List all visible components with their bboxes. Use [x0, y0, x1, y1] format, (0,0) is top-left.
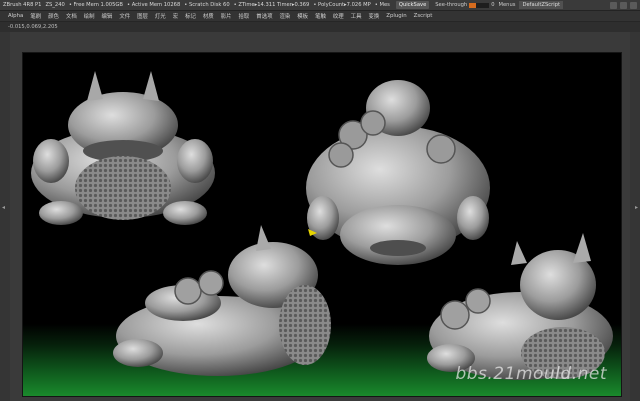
- menu-item[interactable]: 宏: [173, 12, 178, 20]
- polycount: • PolyCount▸7.026 MP: [313, 2, 371, 8]
- menu-item[interactable]: 纹理: [333, 12, 344, 20]
- menu-item[interactable]: 工具: [351, 12, 362, 20]
- scratch-disk: • Scratch Disk 60: [184, 2, 230, 8]
- ztime: • ZTime▸14.311 Timer▸0.369: [233, 2, 310, 8]
- default-zscript-button[interactable]: DefaultZScript: [519, 1, 564, 9]
- menu-item[interactable]: 笔刷: [30, 12, 41, 20]
- menu-item[interactable]: 首选项: [256, 12, 272, 20]
- coordinate-readout: -0.015,0.069,2.205: [0, 22, 640, 32]
- quicksave-button[interactable]: QuickSave: [395, 1, 430, 9]
- menus-button[interactable]: Menus: [499, 2, 516, 8]
- chevron-right-icon[interactable]: ▸: [635, 204, 638, 211]
- minimize-icon[interactable]: [620, 1, 627, 9]
- menu-item[interactable]: Zplugin: [386, 13, 406, 19]
- toad-side-view-left: [113, 225, 331, 376]
- app-name: ZBrush 4R8 P1: [3, 2, 42, 8]
- menu-item[interactable]: 标记: [185, 12, 196, 20]
- menu-item[interactable]: 渲染: [279, 12, 290, 20]
- see-through-control[interactable]: See-through 0: [435, 2, 494, 8]
- menu-item[interactable]: 文件: [119, 12, 130, 20]
- right-tray[interactable]: ▸: [630, 32, 640, 401]
- toad-front-view: [31, 71, 215, 225]
- window-controls: [610, 1, 640, 9]
- menu-item[interactable]: 变换: [368, 12, 379, 20]
- menu-item[interactable]: 材质: [203, 12, 214, 20]
- free-mem: • Free Mem 1.005GB: [68, 2, 123, 8]
- mesh-info: • Mes: [374, 2, 390, 8]
- menu-item[interactable]: Alpha: [8, 13, 23, 19]
- see-through-slider[interactable]: [469, 2, 490, 8]
- see-through-fill: [469, 2, 477, 8]
- see-through-label: See-through: [435, 2, 468, 8]
- menu-item[interactable]: 编辑: [102, 12, 113, 20]
- menu-item[interactable]: 笔触: [315, 12, 326, 20]
- chevron-left-icon[interactable]: ◂: [2, 204, 5, 211]
- menu-item[interactable]: 模板: [297, 12, 308, 20]
- close-icon[interactable]: [630, 1, 637, 9]
- menu-item[interactable]: 图层: [137, 12, 148, 20]
- active-mem: • Active Mem 10268: [126, 2, 181, 8]
- watermark: bbs.21mould.net: [455, 364, 607, 384]
- layout-icon[interactable]: [610, 1, 617, 9]
- toad-top-view: [306, 80, 490, 265]
- menu-item[interactable]: 绘制: [84, 12, 95, 20]
- menu-item[interactable]: Zscript: [414, 13, 433, 19]
- toad-models: [31, 71, 613, 380]
- menu-bar: Alpha 笔刷 颜色 文档 绘制 编辑 文件 图层 灯光宏标记 材质 影片 拾取 首选项 渲染 模板 笔触纹…: [0, 11, 640, 22]
- document-name: ZS_240: [45, 2, 65, 8]
- menu-item[interactable]: 文档: [66, 12, 77, 20]
- title-bar: ZBrush 4R8 P1 ZS_240 • Free Mem 1.005GB …: [0, 0, 640, 11]
- left-tray[interactable]: ◂: [0, 32, 10, 401]
- menu-item[interactable]: 拾取: [239, 12, 250, 20]
- viewport-canvas[interactable]: bbs.21mould.net: [22, 52, 622, 397]
- menu-item[interactable]: 灯光: [155, 12, 166, 20]
- work-area: ◂ ▸ bbs.21mould.net: [0, 32, 640, 401]
- see-through-value: 0: [491, 2, 495, 8]
- toad-side-view-right: [427, 233, 613, 380]
- menu-item[interactable]: 影片: [221, 12, 232, 20]
- menu-item[interactable]: 颜色: [48, 12, 59, 20]
